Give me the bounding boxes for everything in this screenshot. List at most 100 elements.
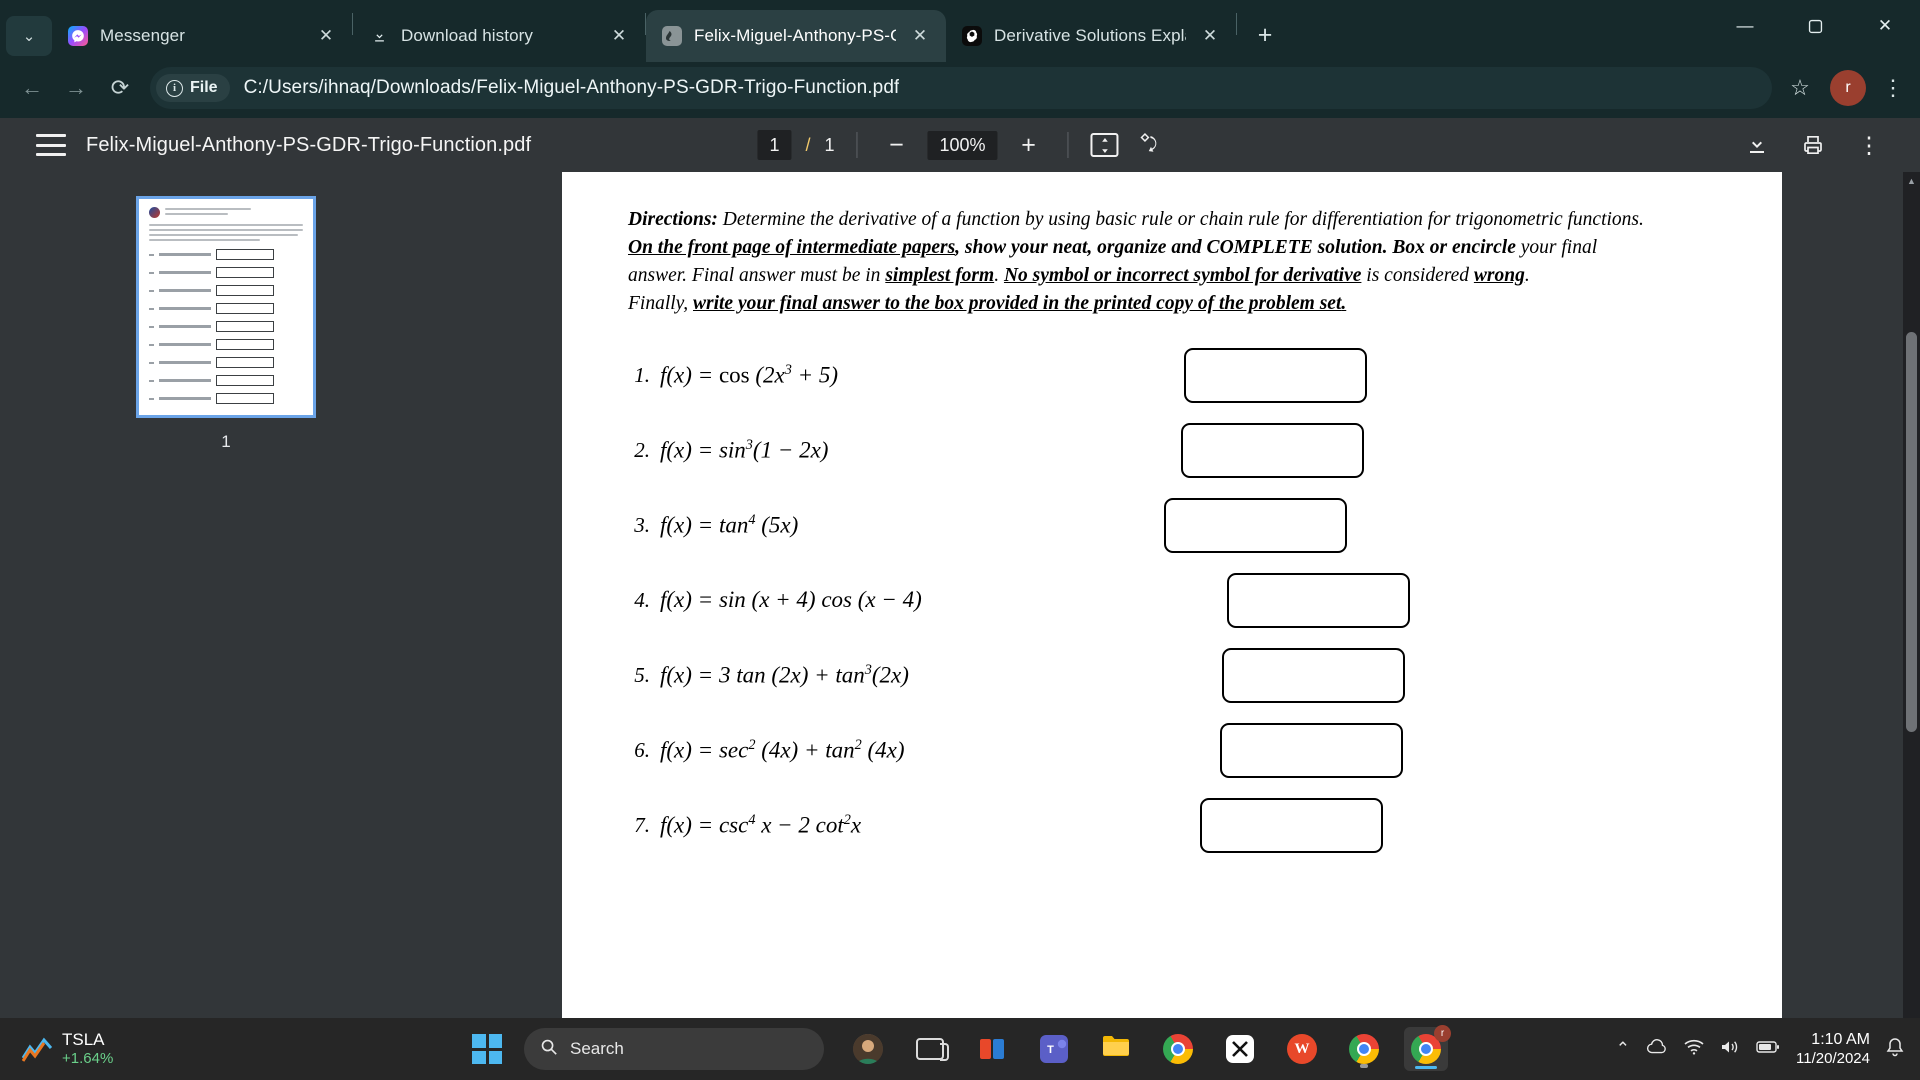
- page-separator: /: [805, 134, 811, 155]
- start-button[interactable]: [472, 1034, 502, 1064]
- folder-icon: [1101, 1033, 1131, 1065]
- address-bar[interactable]: i File C:/Users/ihnaq/Downloads/Felix-Mi…: [150, 67, 1772, 109]
- close-window-button[interactable]: ✕: [1850, 0, 1920, 52]
- close-icon[interactable]: ✕: [605, 22, 633, 50]
- taskbar-item-chrome-active[interactable]: r: [1404, 1025, 1451, 1071]
- pdf-body: 1 Directions: Determine the derivative o…: [0, 172, 1920, 1080]
- directions-box-or-encircle: Box or encircle: [1392, 236, 1516, 258]
- answer-box[interactable]: [1200, 797, 1384, 853]
- taskbar-item-chrome[interactable]: [1156, 1027, 1200, 1071]
- tab-download-history[interactable]: Download history ✕: [353, 10, 645, 62]
- answer-box[interactable]: [1221, 647, 1405, 703]
- directions-wrong: wrong: [1473, 264, 1525, 286]
- chrome-icon: [1163, 1034, 1193, 1064]
- taskbar-item-capcut[interactable]: [1218, 1027, 1262, 1071]
- new-tab-button[interactable]: +: [1245, 15, 1285, 55]
- problem-number: 4.: [634, 587, 650, 612]
- notification-bell-icon[interactable]: [1886, 1037, 1904, 1062]
- window-controls: — ✕: [1710, 0, 1920, 52]
- fit-to-page-icon[interactable]: [1090, 133, 1119, 157]
- thumbnail-directions: [149, 224, 303, 241]
- problem-row: 6. f(x) = sec2 (4x) + tan2 (4x): [626, 722, 1712, 778]
- scrollbar-thumb[interactable]: [1906, 332, 1917, 732]
- directions-line3-a: answer. Final answer must be in: [628, 264, 886, 286]
- browser-menu-icon[interactable]: ⋮: [1876, 68, 1910, 108]
- scroll-up-arrow[interactable]: ▲: [1903, 172, 1920, 189]
- print-icon[interactable]: [1796, 128, 1830, 162]
- file-scheme-chip[interactable]: i File: [156, 74, 230, 102]
- taskbar-item-file-explorer[interactable]: [1094, 1027, 1138, 1071]
- page-number-input[interactable]: [757, 130, 792, 160]
- tab-title: Derivative Solutions Explained: [994, 26, 1186, 45]
- problem-expression: f(x) = cos (2x3 + 5): [660, 361, 839, 388]
- zoom-in-button[interactable]: +: [1012, 128, 1046, 162]
- problem-expression: f(x) = 3 tan (2x) + tan3(2x): [660, 661, 909, 688]
- zoom-level[interactable]: 100%: [927, 130, 998, 160]
- tab-chatgpt[interactable]: Derivative Solutions Explained ✕: [946, 10, 1236, 62]
- directions-line4-b: write your final answer to the box provi…: [693, 292, 1342, 314]
- bookmark-star-icon[interactable]: ☆: [1780, 68, 1820, 108]
- stock-widget[interactable]: TSLA +1.64%: [0, 1030, 300, 1068]
- svg-text:T: T: [1047, 1044, 1054, 1056]
- show-hidden-icons-chevron-icon[interactable]: ⌃: [1616, 1039, 1630, 1059]
- search-placeholder: Search: [570, 1039, 624, 1058]
- problem-number: 5.: [634, 662, 650, 687]
- tab-title: Messenger: [100, 26, 185, 45]
- running-indicator: [1360, 1064, 1368, 1068]
- search-icon: [540, 1038, 558, 1061]
- stock-change: +1.64%: [62, 1050, 114, 1068]
- problem-number: 3.: [634, 512, 650, 537]
- stock-symbol: TSLA: [62, 1029, 105, 1049]
- directions-line2-c: your final: [1515, 236, 1598, 258]
- close-icon[interactable]: ✕: [312, 22, 340, 50]
- taskbar-item-person[interactable]: [846, 1027, 890, 1071]
- avatar[interactable]: r: [1830, 70, 1866, 106]
- zoom-out-button[interactable]: −: [879, 128, 913, 162]
- tab-title: Felix-Miguel-Anthony-PS-GDR-: [694, 26, 896, 45]
- search-input[interactable]: Search: [524, 1028, 824, 1070]
- close-icon[interactable]: ✕: [1196, 22, 1224, 50]
- taskbar-item-wps-office[interactable]: W: [1280, 1027, 1324, 1071]
- pdf-page-area[interactable]: Directions: Determine the derivative of …: [452, 172, 1920, 1080]
- problem-expression: f(x) = sin (x + 4) cos (x − 4): [660, 587, 922, 612]
- minimize-button[interactable]: —: [1710, 0, 1780, 52]
- problem-expression: f(x) = sin3(1 − 2x): [660, 436, 829, 463]
- tab-title: Download history: [401, 26, 533, 45]
- clock[interactable]: 1:10 AM 11/20/2024: [1796, 1030, 1870, 1069]
- pdf-more-menu-icon[interactable]: ⋮: [1852, 128, 1886, 162]
- taskbar-item-chrome-profile[interactable]: [1342, 1027, 1386, 1071]
- download-icon[interactable]: [1740, 128, 1774, 162]
- maximize-button[interactable]: [1780, 0, 1850, 52]
- page-thumbnail-1[interactable]: [136, 196, 316, 418]
- tab-search-button[interactable]: ⌄: [6, 16, 52, 56]
- directions-paragraph: Directions: Determine the derivative of …: [626, 206, 1712, 318]
- answer-box[interactable]: [1183, 347, 1367, 403]
- volume-icon[interactable]: [1720, 1039, 1740, 1060]
- problem-expression: f(x) = csc4 x − 2 cot2x: [660, 811, 862, 838]
- back-button[interactable]: ←: [10, 66, 54, 110]
- reload-icon[interactable]: ⟳: [98, 66, 142, 110]
- answer-box[interactable]: [1227, 572, 1411, 628]
- messenger-icon: [68, 26, 88, 46]
- toolbar-divider: [1067, 132, 1069, 158]
- stock-chart-icon: [21, 1036, 53, 1062]
- pdf-scrollbar[interactable]: ▲ ▼: [1903, 172, 1920, 1080]
- sidebar-toggle-icon[interactable]: [36, 134, 66, 156]
- taskbar-item-task-view[interactable]: [908, 1027, 952, 1071]
- battery-icon[interactable]: [1756, 1039, 1780, 1059]
- answer-box[interactable]: [1163, 497, 1347, 553]
- taskbar-item-office[interactable]: [970, 1027, 1014, 1071]
- directions-line4-c: .: [1341, 292, 1347, 314]
- directions-line4-a: Finally,: [628, 292, 693, 314]
- close-icon[interactable]: ✕: [906, 22, 934, 50]
- answer-box[interactable]: [1180, 422, 1364, 478]
- tab-messenger[interactable]: Messenger ✕: [52, 10, 352, 62]
- tab-pdf-active[interactable]: Felix-Miguel-Anthony-PS-GDR- ✕: [646, 10, 946, 62]
- answer-box[interactable]: [1219, 722, 1403, 778]
- rotate-icon[interactable]: [1137, 130, 1163, 160]
- cloud-icon[interactable]: [1646, 1038, 1668, 1060]
- wifi-icon[interactable]: [1684, 1039, 1704, 1060]
- forward-button[interactable]: →: [54, 66, 98, 110]
- tab-divider: [1236, 12, 1237, 35]
- taskbar-item-teams[interactable]: T: [1032, 1027, 1076, 1071]
